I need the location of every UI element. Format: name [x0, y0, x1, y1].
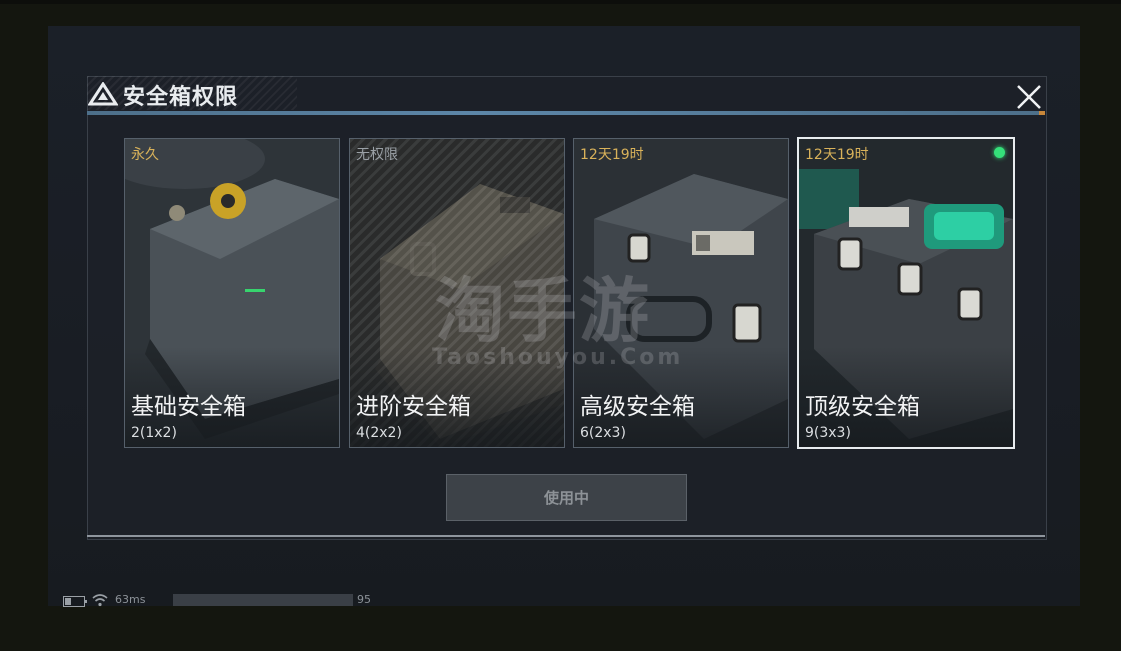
case-card-basic[interactable]: 永久 基础安全箱 2(1x2) [124, 138, 340, 448]
top-strip [0, 0, 1121, 4]
case-card-advanced[interactable]: 无权限 进阶安全箱 4(2x2) [349, 138, 565, 448]
case-name: 基础安全箱 [131, 394, 246, 420]
dialog-title: 安全箱权限 [123, 85, 239, 110]
case-name: 高级安全箱 [580, 394, 695, 420]
dialog-bottom-line [87, 535, 1045, 537]
case-name: 顶级安全箱 [805, 394, 920, 420]
case-name: 进阶安全箱 [356, 394, 471, 420]
in-use-button[interactable]: 使用中 [446, 474, 687, 521]
triangle-logo-icon [88, 82, 118, 106]
wifi-icon [92, 594, 108, 607]
ping-text: 63ms [115, 593, 146, 606]
active-indicator-dot [994, 147, 1005, 158]
case-duration-tag: 12天19时 [580, 147, 644, 163]
dialog-title-bar: 安全箱权限 [87, 76, 1045, 112]
battery-icon [63, 596, 87, 607]
case-capacity: 9(3x3) [805, 425, 851, 441]
case-capacity: 2(1x2) [131, 425, 177, 441]
case-capacity: 6(2x3) [580, 425, 626, 441]
case-duration-tag: 无权限 [356, 147, 398, 163]
fps-text: 95 [357, 593, 371, 606]
case-card-top[interactable]: 12天19时 顶级安全箱 9(3x3) [797, 137, 1015, 449]
fps-bar [173, 594, 353, 606]
title-underline [87, 111, 1045, 115]
case-duration-tag: 12天19时 [805, 147, 869, 163]
case-duration-tag: 永久 [131, 147, 159, 163]
status-bar: 63ms 95 [63, 592, 393, 610]
case-card-premium[interactable]: 12天19时 高级安全箱 6(2x3) [573, 138, 789, 448]
case-capacity: 4(2x2) [356, 425, 402, 441]
close-icon[interactable] [1016, 84, 1042, 110]
